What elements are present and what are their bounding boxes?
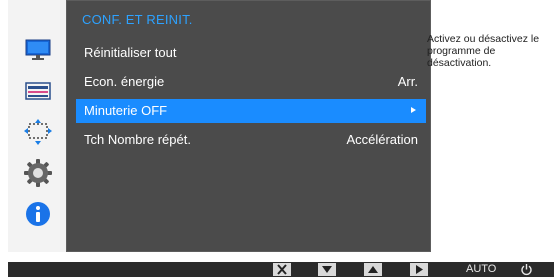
position-icon[interactable] xyxy=(22,116,54,148)
menu-item-key-repeat[interactable]: Tch Nombre répét. Accélération xyxy=(76,128,426,152)
menu-item-value: Arr. xyxy=(397,74,418,89)
menu-item-eco-saving[interactable]: Econ. énergie Arr. xyxy=(76,70,426,94)
menu-item-label: Minuterie OFF xyxy=(84,103,168,118)
information-icon[interactable] xyxy=(22,198,54,230)
picture-icon[interactable] xyxy=(22,33,54,65)
menu-item-off-timer[interactable]: Minuterie OFF xyxy=(76,99,426,123)
menu-title: CONF. ET REINIT. xyxy=(82,12,193,27)
submenu-arrow-icon xyxy=(411,107,416,113)
setup-icon[interactable] xyxy=(22,157,54,189)
auto-button[interactable]: AUTO xyxy=(466,263,496,275)
menu-item-label: Réinitialiser tout xyxy=(84,45,177,60)
down-arrow-icon[interactable] xyxy=(318,263,336,276)
close-button-icon[interactable] xyxy=(273,263,291,276)
menu-item-label: Econ. énergie xyxy=(84,74,165,89)
menu-item-reset-all[interactable]: Réinitialiser tout xyxy=(76,41,426,65)
up-arrow-icon[interactable] xyxy=(364,263,382,276)
onscreen-display-icon[interactable] xyxy=(22,75,54,107)
help-text: Activez ou désactivez le programme de dé… xyxy=(427,33,540,69)
sidebar xyxy=(8,0,66,252)
right-arrow-icon[interactable] xyxy=(410,263,428,276)
menu-panel xyxy=(66,0,431,252)
menu-item-value: Accélération xyxy=(346,132,418,147)
menu-item-label: Tch Nombre répét. xyxy=(84,132,191,147)
power-icon[interactable] xyxy=(520,263,533,276)
